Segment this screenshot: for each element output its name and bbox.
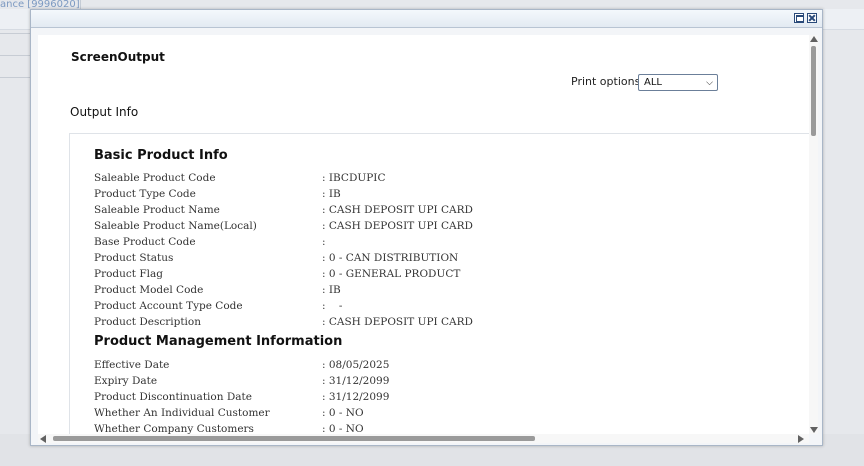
close-icon[interactable] (807, 13, 817, 23)
row-value: : 0 - NO (322, 423, 364, 434)
print-options-label: Print options: (571, 75, 645, 88)
vertical-scroll-thumb[interactable] (811, 46, 816, 136)
dialog-titlebar[interactable] (31, 10, 822, 28)
print-options-select[interactable]: ALL ⌵ (638, 74, 718, 91)
horizontal-scrollbar[interactable] (38, 434, 809, 443)
screen-title: ScreenOutput (71, 50, 165, 64)
row-value: : (322, 236, 326, 248)
row-label: Product Description (94, 316, 201, 328)
row-label: Saleable Product Name (94, 204, 220, 216)
row-value: : 31/12/2099 (322, 391, 390, 403)
row-label: Base Product Code (94, 236, 196, 248)
row-label: Product Discontinuation Date (94, 391, 252, 403)
row-value: : 08/05/2025 (322, 359, 390, 371)
scroll-up-icon[interactable] (810, 36, 818, 42)
row-label: Whether Company Customers (94, 423, 254, 434)
horizontal-scroll-thumb[interactable] (53, 436, 535, 441)
basic-product-info-title: Basic Product Info (94, 148, 228, 163)
row-value: : 0 - CAN DISTRIBUTION (322, 252, 459, 264)
dialog-content[interactable]: ScreenOutput Print options: ALL ⌵ Output… (38, 35, 809, 434)
row-label: Product Flag (94, 268, 163, 280)
row-label: Product Model Code (94, 284, 204, 296)
row-label: Effective Date (94, 359, 170, 371)
row-label: Product Type Code (94, 188, 196, 200)
row-label: Product Account Type Code (94, 300, 243, 312)
background-divider (0, 33, 30, 34)
row-label: Saleable Product Code (94, 172, 216, 184)
output-info-heading: Output Info (70, 105, 139, 119)
chevron-down-icon: ⌵ (706, 78, 713, 88)
row-label: Saleable Product Name(Local) (94, 220, 257, 232)
row-label: Expiry Date (94, 375, 158, 387)
row-value: : 0 - GENERAL PRODUCT (322, 268, 461, 280)
row-label: Whether An Individual Customer (94, 407, 270, 419)
scroll-left-icon[interactable] (40, 435, 46, 443)
print-options-value: ALL (644, 77, 662, 88)
row-label: Product Status (94, 252, 174, 264)
screen-output-dialog: ScreenOutput Print options: ALL ⌵ Output… (30, 9, 823, 446)
product-management-info-title: Product Management Information (94, 334, 343, 349)
row-value: : IB (322, 188, 341, 200)
scroll-right-icon[interactable] (798, 435, 804, 443)
row-value: : 0 - NO (322, 407, 364, 419)
row-value: : - (322, 300, 343, 312)
scroll-down-icon[interactable] (810, 427, 818, 433)
row-value: : CASH DEPOSIT UPI CARD (322, 220, 473, 232)
background-divider (0, 55, 30, 56)
row-value: : 31/12/2099 (322, 375, 390, 387)
background-divider (0, 77, 30, 78)
output-info-panel: Basic Product Info Saleable Product Code… (69, 133, 809, 434)
row-value: : CASH DEPOSIT UPI CARD (322, 204, 473, 216)
vertical-scrollbar[interactable] (809, 35, 818, 434)
row-value: : CASH DEPOSIT UPI CARD (322, 316, 473, 328)
row-value: : IBCDUPIC (322, 172, 386, 184)
maximize-icon[interactable] (794, 13, 804, 23)
row-value: : IB (322, 284, 341, 296)
